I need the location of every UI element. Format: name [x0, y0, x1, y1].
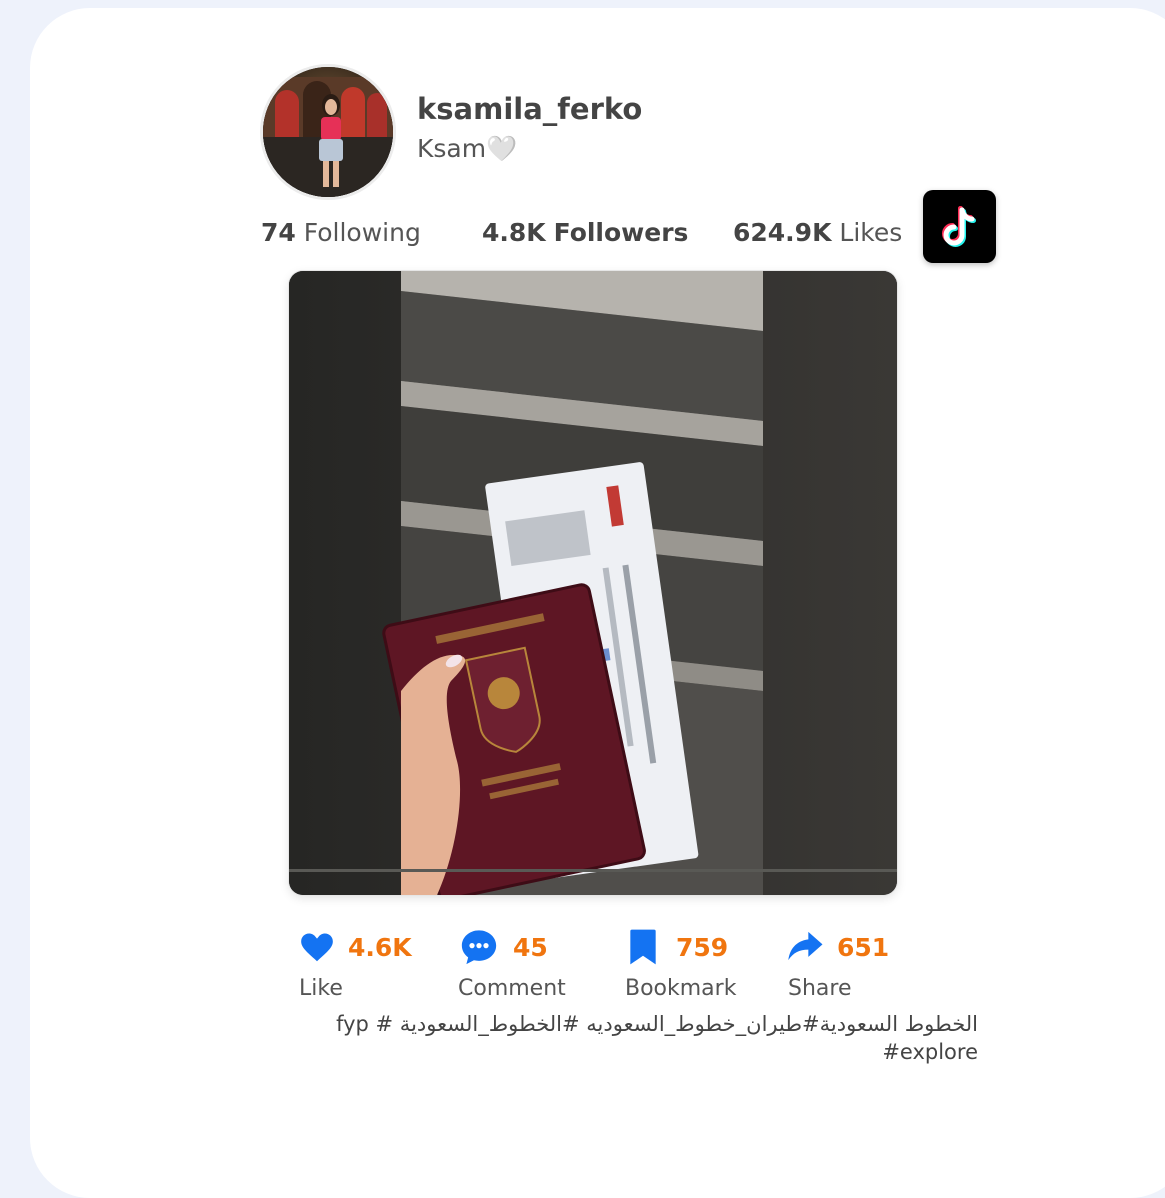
likes-label: Likes [839, 218, 903, 247]
following-count: 74 [261, 218, 296, 247]
username[interactable]: ksamila_ferko [417, 92, 642, 126]
comment-icon[interactable] [458, 926, 500, 968]
video-frame [289, 271, 897, 895]
followers-count: 4.8K [482, 218, 546, 247]
comment-count: 45 [513, 933, 548, 962]
likes-count: 624.9K [733, 218, 832, 247]
share-label: Share [788, 976, 852, 1001]
nickname: Ksam🤍 [417, 134, 518, 163]
like-count: 4.6K [348, 933, 412, 962]
following-label: Following [303, 218, 421, 247]
likes-stat: 624.9K Likes [733, 218, 902, 247]
bookmark-icon[interactable] [624, 926, 662, 968]
like-label: Like [299, 976, 343, 1001]
post-caption: الخطوط السعودية#طيران_خطوط_السعوديه #الخ… [336, 1012, 978, 1064]
tiktok-note-glyph [942, 206, 976, 247]
video-thumbnail[interactable] [289, 271, 897, 895]
tiktok-logo-icon[interactable] [923, 190, 996, 263]
heart-icon[interactable] [298, 928, 336, 966]
followers-label: Followers [553, 218, 689, 247]
avatar[interactable] [260, 64, 396, 200]
bookmark-label: Bookmark [625, 976, 737, 1001]
share-count: 651 [837, 933, 890, 962]
following-stat[interactable]: 74 Following [261, 218, 421, 247]
comment-label: Comment [458, 976, 566, 1001]
profile-photo [263, 67, 393, 197]
share-icon[interactable] [785, 926, 825, 966]
bookmark-count: 759 [676, 933, 729, 962]
followers-stat[interactable]: 4.8K Followers [482, 218, 688, 247]
